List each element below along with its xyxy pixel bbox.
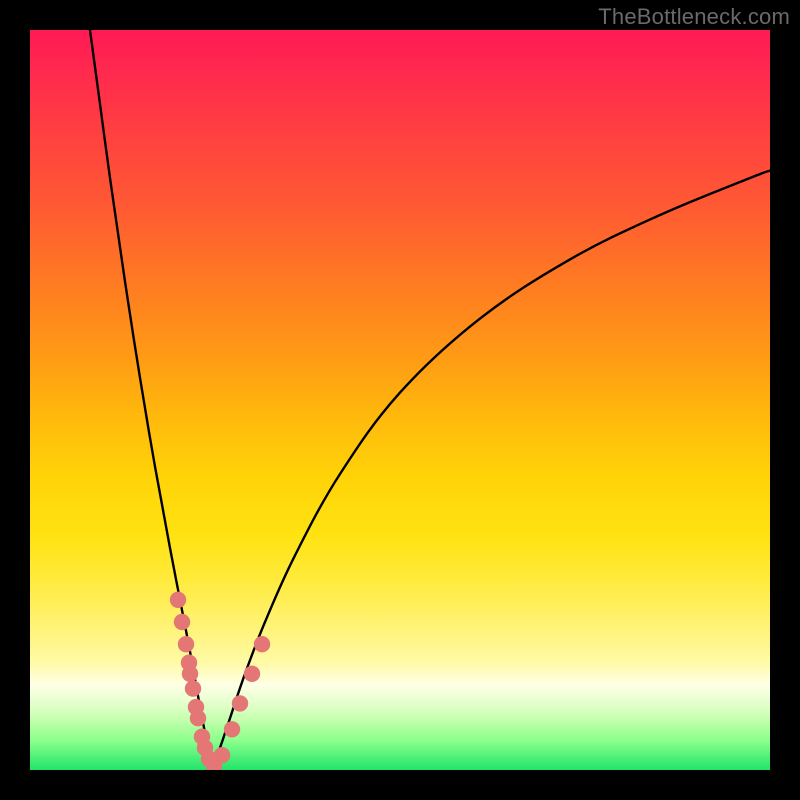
curve-right-branch: [212, 171, 770, 770]
data-marker: [254, 636, 270, 652]
marker-layer: [170, 592, 270, 770]
data-marker: [232, 695, 248, 711]
chart-svg: [30, 30, 770, 770]
data-marker: [178, 636, 194, 652]
data-marker: [214, 747, 230, 763]
data-marker: [224, 721, 240, 737]
data-marker: [244, 666, 260, 682]
chart-frame: TheBottleneck.com: [0, 0, 800, 800]
data-marker: [182, 666, 198, 682]
data-marker: [174, 614, 190, 630]
plot-area: [30, 30, 770, 770]
watermark-text: TheBottleneck.com: [598, 4, 790, 30]
data-marker: [170, 592, 186, 608]
data-marker: [185, 680, 201, 696]
data-marker: [190, 710, 206, 726]
